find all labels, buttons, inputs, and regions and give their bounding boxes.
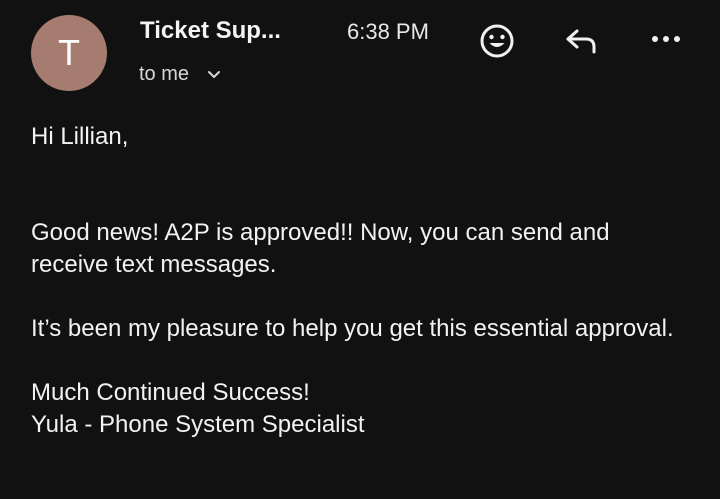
email-time: 6:38 PM: [347, 19, 429, 44]
smiley-face-icon[interactable]: [478, 22, 516, 60]
chevron-down-icon: [207, 68, 221, 82]
message-paragraph: It’s been my pleasure to help you get th…: [31, 315, 674, 342]
email-view: T Ticket Sup... 6:38 PM to me Hi Lillian…: [0, 0, 720, 499]
closing-line: Much Continued Success!: [31, 379, 310, 406]
avatar-letter: T: [58, 32, 80, 73]
reply-arrow-icon[interactable]: [563, 24, 599, 56]
signature-line: Yula - Phone System Specialist: [31, 411, 365, 438]
more-options-icon[interactable]: [646, 25, 686, 53]
sender-name[interactable]: Ticket Sup...: [140, 17, 281, 45]
recipient-label: to me: [139, 63, 190, 85]
email-body: Hi Lillian, Good news! A2P is approved!!…: [31, 121, 691, 441]
greeting: Hi Lillian,: [31, 123, 129, 150]
message-paragraph: Good news! A2P is approved!! Now, you ca…: [31, 219, 610, 278]
sender-avatar[interactable]: T: [31, 15, 107, 91]
recipient-dropdown[interactable]: to me: [139, 63, 221, 86]
